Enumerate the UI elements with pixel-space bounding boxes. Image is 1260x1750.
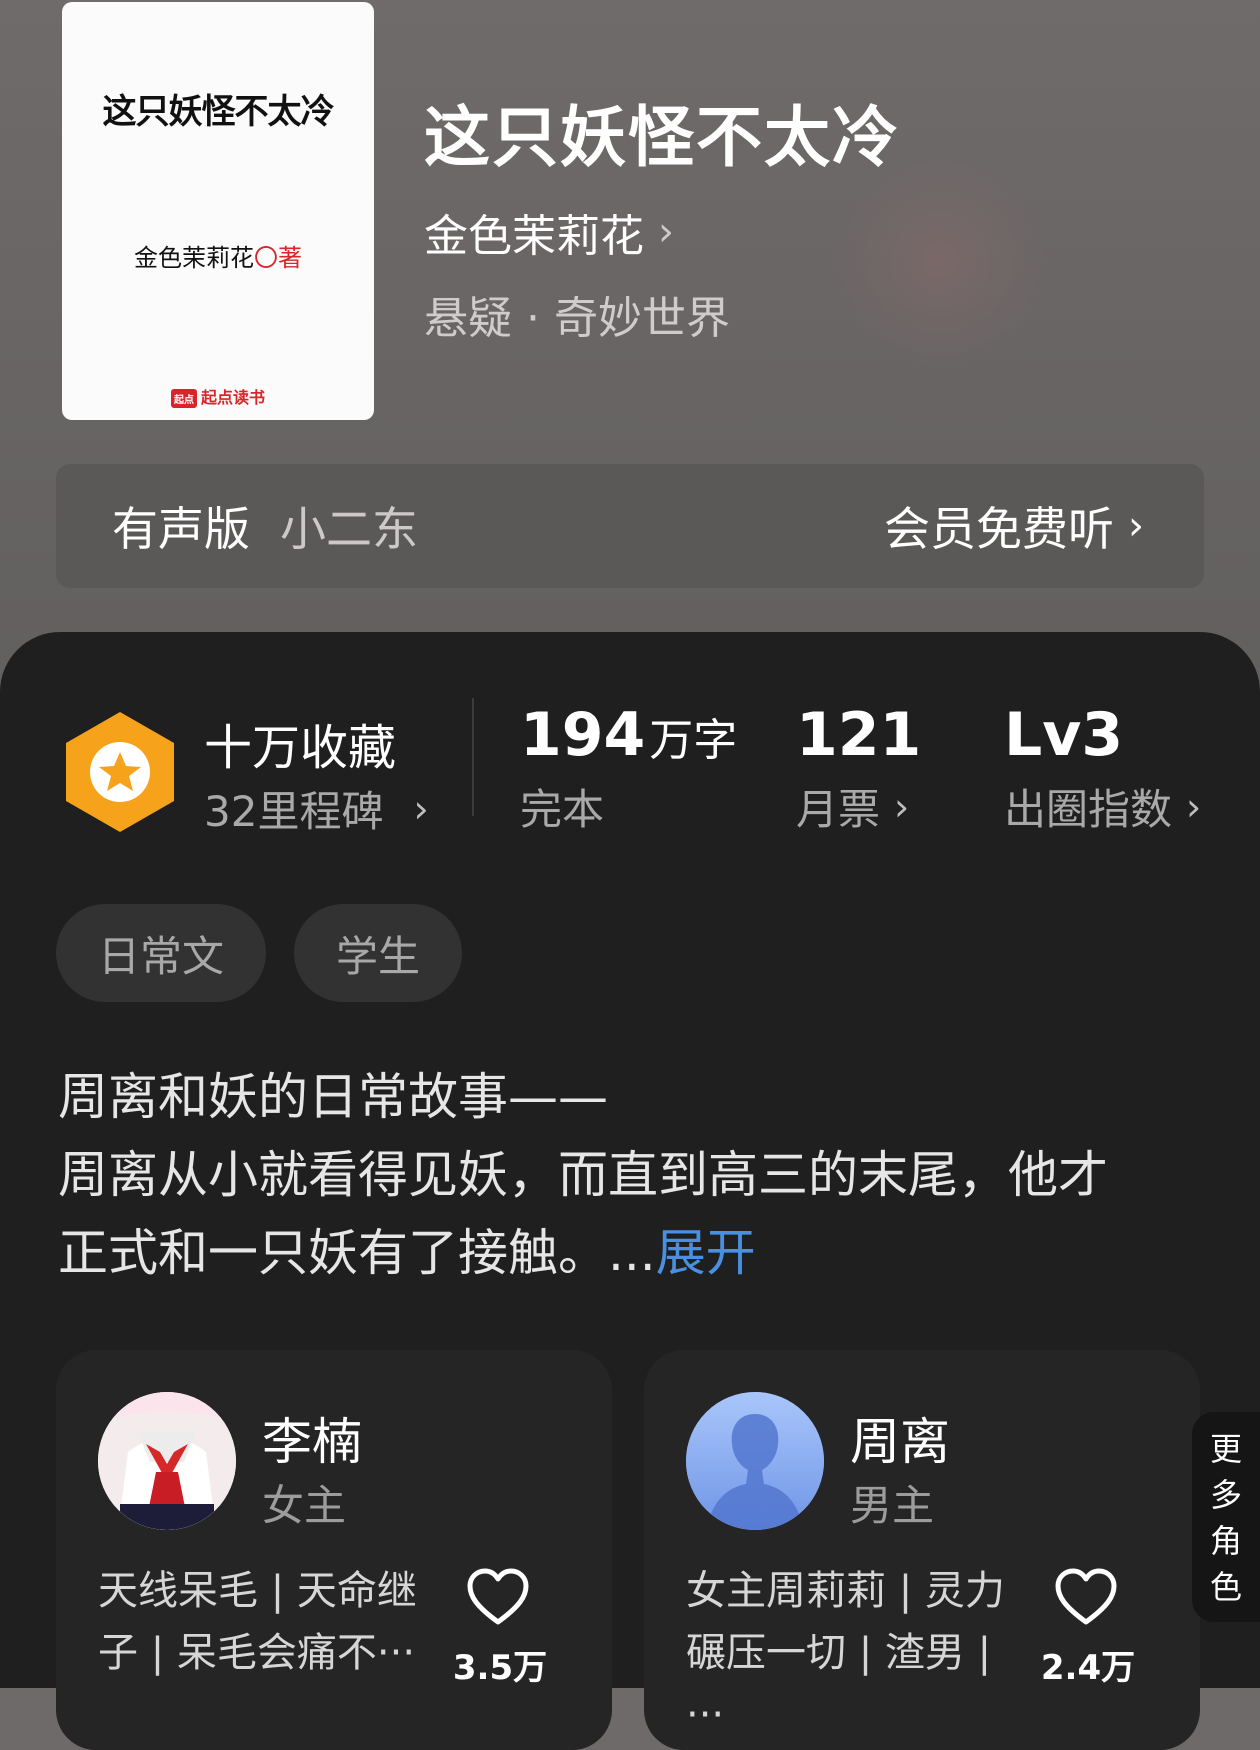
cover-author-mark: 〇著 bbox=[254, 244, 302, 272]
chevron-right-icon: › bbox=[658, 209, 674, 255]
audio-version-bar[interactable]: 有声版 小二东 会员免费听 › bbox=[56, 464, 1204, 588]
chevron-right-icon: › bbox=[1186, 784, 1202, 829]
more-roles-char: 角 bbox=[1210, 1522, 1243, 1560]
heart-icon[interactable] bbox=[1054, 1566, 1118, 1630]
audio-narrator: 小二东 bbox=[280, 502, 418, 556]
influence-level: Lv3 bbox=[1004, 700, 1124, 770]
influence-index-stat[interactable]: Lv3 出圈指数 › bbox=[1004, 700, 1201, 837]
listen-free-button[interactable]: 会员免费听 › bbox=[884, 493, 1144, 559]
cover-title: 这只妖怪不太冷 bbox=[102, 92, 335, 132]
audio-label: 有声版 bbox=[112, 502, 250, 556]
tag-chip[interactable]: 学生 bbox=[294, 904, 462, 1002]
stats-divider bbox=[472, 698, 474, 816]
book-title: 这只妖怪不太冷 bbox=[424, 98, 900, 176]
brand-logo-icon: 起点 bbox=[170, 389, 197, 408]
more-roles-char: 多 bbox=[1210, 1476, 1243, 1514]
character-card[interactable]: 李楠 女主 天线呆毛 | 天命继子 | 呆毛会痛不··· 3.5万 bbox=[56, 1350, 612, 1750]
brand-name: 起点读书 bbox=[200, 388, 265, 407]
cover-author: 金色茉莉花〇著 bbox=[62, 238, 374, 273]
completion-status: 完本 bbox=[520, 785, 605, 834]
monthly-ticket-value: 121 bbox=[796, 700, 922, 770]
description-line: 正式和一只妖有了接触。... bbox=[58, 1224, 656, 1282]
star-badge-icon bbox=[66, 712, 174, 832]
word-count-unit: 万字 bbox=[649, 715, 738, 766]
description-line: 周离和妖的日常故事—— bbox=[58, 1068, 608, 1126]
author-name: 金色茉莉花 bbox=[424, 211, 644, 262]
character-avatar bbox=[686, 1392, 824, 1530]
cover-author-name: 金色茉莉花 bbox=[134, 244, 254, 272]
more-roles-button[interactable]: 更 多 角 色 bbox=[1192, 1412, 1260, 1622]
listen-free-label: 会员免费听 bbox=[884, 502, 1114, 556]
more-roles-char: 色 bbox=[1210, 1568, 1243, 1606]
monthly-ticket-stat[interactable]: 121 月票 › bbox=[796, 700, 921, 837]
like-count: 3.5万 bbox=[452, 1648, 548, 1688]
influence-index-label: 出圈指数 bbox=[1004, 785, 1173, 834]
expand-link[interactable]: 展开 bbox=[656, 1224, 756, 1282]
like-count: 2.4万 bbox=[1040, 1648, 1136, 1688]
author-link[interactable]: 金色茉莉花 › bbox=[424, 200, 674, 264]
tag-chip[interactable]: 日常文 bbox=[56, 904, 266, 1002]
character-avatar bbox=[98, 1392, 236, 1530]
description-line: 周离从小就看得见妖，而直到高三的末尾，他才 bbox=[58, 1146, 1108, 1204]
character-name: 李楠 bbox=[262, 1413, 362, 1471]
character-role: 男主 bbox=[850, 1481, 935, 1530]
chevron-right-icon: › bbox=[894, 784, 910, 829]
character-name: 周离 bbox=[850, 1413, 950, 1471]
monthly-ticket-label: 月票 bbox=[796, 785, 881, 834]
collect-milestone-title: 十万收藏 bbox=[204, 720, 397, 776]
book-cover[interactable]: 这只妖怪不太冷 金色茉莉花〇著 起点 起点读书 bbox=[62, 2, 374, 420]
more-roles-char: 更 bbox=[1210, 1430, 1243, 1468]
character-tags: 天线呆毛 | 天命继子 | 呆毛会痛不··· bbox=[98, 1568, 417, 1676]
cover-brand: 起点 起点读书 bbox=[62, 384, 374, 408]
heart-icon[interactable] bbox=[466, 1566, 530, 1630]
chevron-right-icon: › bbox=[413, 786, 429, 831]
milestone-count: 32里程碑 bbox=[204, 787, 384, 836]
character-card[interactable]: 周离 男主 女主周莉莉 | 灵力碾压一切 | 渣男 |··· 2.4万 bbox=[644, 1350, 1200, 1750]
book-genre: 悬疑 · 奇妙世界 bbox=[424, 293, 730, 344]
chevron-right-icon: › bbox=[1128, 503, 1144, 549]
character-tags: 女主周莉莉 | 灵力碾压一切 | 渣男 |··· bbox=[686, 1568, 1005, 1738]
word-count-value: 194 bbox=[520, 700, 646, 770]
book-description: 周离和妖的日常故事—— 周离从小就看得见妖，而直到高三的末尾，他才 正式和一只妖… bbox=[58, 1058, 1208, 1292]
word-count-stat: 194万字 完本 bbox=[520, 700, 737, 837]
milestone-link[interactable]: 32里程碑 › bbox=[204, 778, 429, 839]
character-role: 女主 bbox=[262, 1481, 347, 1530]
